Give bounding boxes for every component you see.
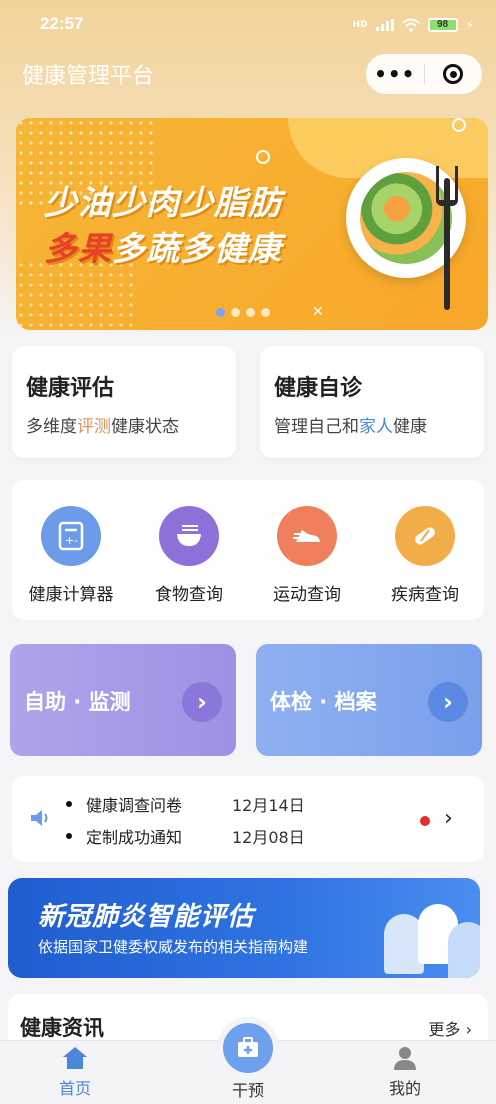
- network-label: HD: [352, 20, 368, 30]
- chevron-right-icon[interactable]: ›: [444, 806, 453, 831]
- cross-decor-icon: ✕: [312, 304, 324, 320]
- card-title: 健康评估: [26, 376, 115, 401]
- tool-food-query[interactable]: 食物查询: [130, 506, 248, 605]
- tab-label: 首页: [58, 1079, 91, 1098]
- status-bar: 22:57 HD 98 ⚡: [0, 0, 496, 48]
- food-bowl-icon: [159, 506, 219, 566]
- chevron-right-icon[interactable]: ›: [182, 682, 222, 722]
- indicator-dot[interactable]: [231, 308, 240, 317]
- notice-date: 12月14日: [232, 796, 305, 815]
- doctor-illustration: [448, 922, 480, 978]
- covid-subtitle: 依据国家卫健委权威发布的相关指南构建: [38, 938, 309, 956]
- checkup-records-card[interactable]: 体检 · 档案 ›: [256, 644, 482, 756]
- notice-date: 12月08日: [232, 828, 305, 847]
- tool-label: 运动查询: [273, 585, 341, 605]
- tab-label: 我的: [388, 1079, 421, 1098]
- banner-indicators: [216, 308, 270, 317]
- news-more-link[interactable]: 更多 ›: [428, 1016, 472, 1040]
- self-diagnosis-card[interactable]: 健康自诊 管理自己和家人健康: [260, 346, 484, 458]
- covid-title: 新冠肺炎智能评估: [38, 902, 255, 932]
- card-title: 健康自诊: [274, 376, 363, 401]
- promo-banner[interactable]: 少油少肉少脂肪 多果多蔬多健康 ✕: [16, 118, 488, 330]
- close-miniprogram-button[interactable]: [424, 64, 482, 84]
- running-shoe-icon: [277, 506, 337, 566]
- card-subtitle: 多维度评测健康状态: [26, 417, 179, 437]
- home-icon: [63, 1047, 87, 1069]
- tab-intervention[interactable]: 干预: [208, 1023, 288, 1101]
- chevron-right-icon[interactable]: ›: [428, 682, 468, 722]
- more-menu-button[interactable]: •••: [366, 62, 424, 86]
- notice-title: 定制成功通知: [86, 828, 183, 847]
- target-icon: [443, 64, 464, 84]
- user-icon: [394, 1047, 416, 1070]
- notice-title: 健康调查问卷: [86, 796, 183, 815]
- tool-label: 疾病查询: [391, 585, 459, 605]
- bottom-tab-bar: 首页 干预 我的: [0, 1023, 496, 1104]
- indicator-dot[interactable]: [261, 308, 270, 317]
- self-monitor-card[interactable]: 自助 · 监测 ›: [10, 644, 236, 756]
- news-title: 健康资讯: [20, 1016, 104, 1040]
- signal-icon: [375, 19, 394, 31]
- tool-exercise-query[interactable]: 运动查询: [248, 506, 366, 605]
- medical-kit-icon: [223, 1023, 273, 1073]
- tool-health-calculator[interactable]: +- 健康计算器: [12, 506, 130, 605]
- tool-label: 健康计算器: [28, 585, 114, 605]
- battery-icon: 98: [427, 18, 458, 32]
- chevron-right-icon: ›: [465, 1020, 472, 1039]
- svg-text:+-: +-: [65, 534, 78, 547]
- tools-panel: +- 健康计算器 食物查询 运动查询 疾病查询: [12, 480, 484, 620]
- notice-item[interactable]: 定制成功通知 12月08日: [66, 824, 305, 848]
- covid-assessment-banner[interactable]: 新冠肺炎智能评估 依据国家卫健委权威发布的相关指南构建: [8, 878, 480, 978]
- notice-panel[interactable]: 健康调查问卷 12月14日 定制成功通知 12月08日 ›: [12, 776, 484, 862]
- tool-label: 食物查询: [155, 585, 223, 605]
- banner-line1: 少油少肉少脂肪: [44, 183, 282, 222]
- indicator-dot[interactable]: [246, 308, 255, 317]
- pill-icon: [395, 506, 455, 566]
- tab-label: 干预: [231, 1081, 264, 1100]
- notice-item[interactable]: 健康调查问卷 12月14日: [66, 792, 305, 816]
- page-title: 健康管理平台: [22, 64, 155, 89]
- feature-label: 体检 · 档案: [270, 690, 377, 714]
- banner-line2: 多果多蔬多健康: [44, 229, 282, 268]
- health-assessment-card[interactable]: 健康评估 多维度评测健康状态: [12, 346, 236, 458]
- mini-program-capsule: •••: [366, 54, 482, 94]
- speaker-icon: [31, 810, 48, 826]
- card-subtitle: 管理自己和家人健康: [274, 417, 427, 437]
- feature-label: 自助 · 监测: [24, 690, 131, 714]
- tab-home[interactable]: 首页: [40, 1045, 110, 1099]
- status-time: 22:57: [40, 14, 84, 33]
- calculator-icon: +-: [41, 506, 101, 566]
- indicator-dot[interactable]: [216, 308, 225, 317]
- unread-dot: [420, 816, 430, 826]
- wifi-icon: [401, 18, 420, 32]
- charging-icon: ⚡: [465, 18, 474, 32]
- tool-disease-query[interactable]: 疾病查询: [366, 506, 484, 605]
- tab-mine[interactable]: 我的: [370, 1045, 440, 1099]
